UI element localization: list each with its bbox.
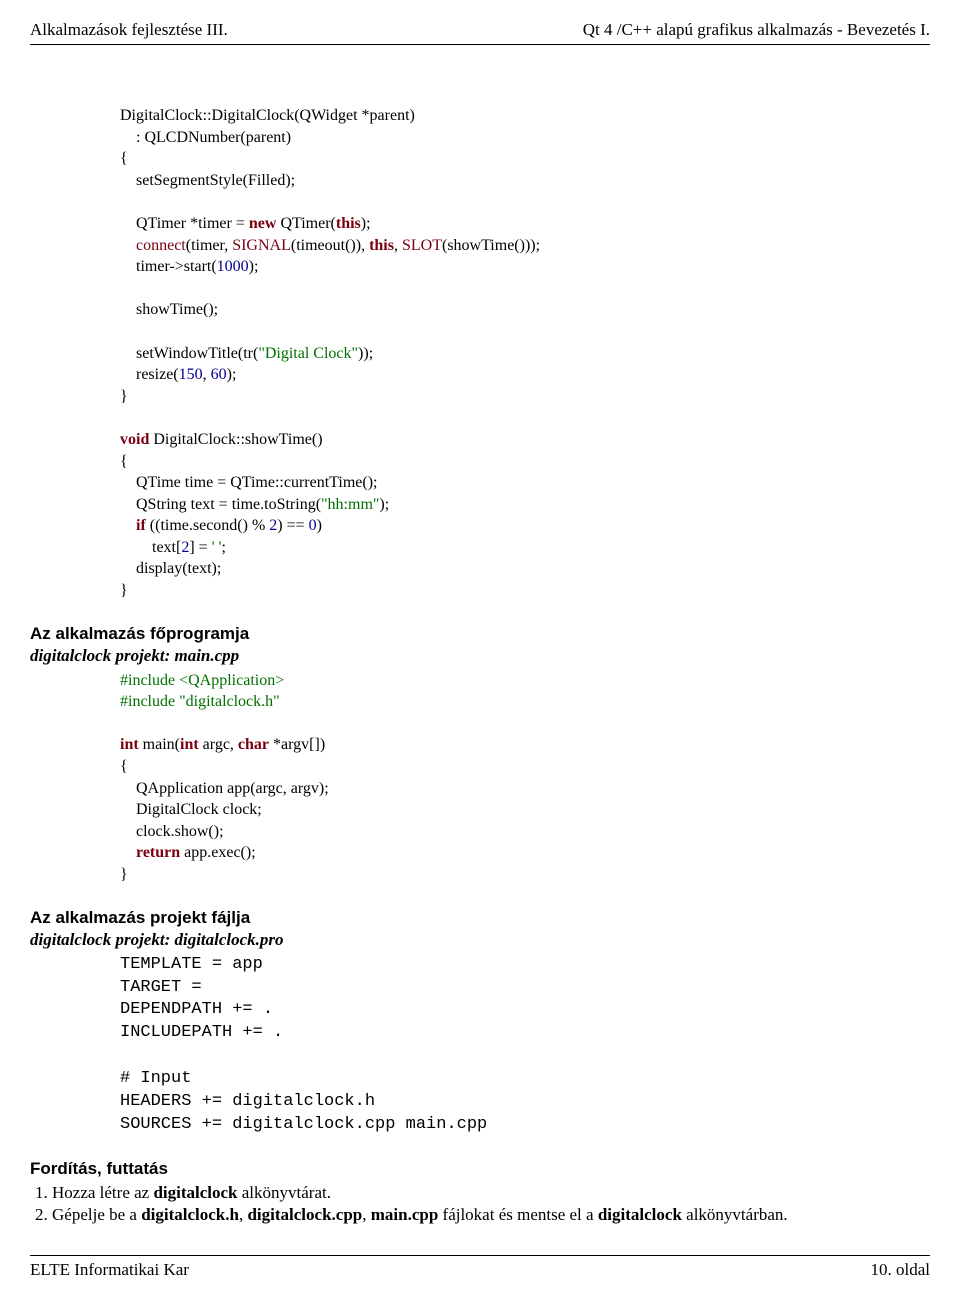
header-right: Qt 4 /C++ alapú grafikus alkalmazás - Be…: [583, 20, 930, 40]
page-footer: ELTE Informatikai Kar 10. oldal: [30, 1255, 930, 1280]
code-block-pro: TEMPLATE = app TARGET = DEPENDPATH += . …: [120, 954, 930, 1138]
step-2: Gépelje be a digitalclock.h, digitalcloc…: [52, 1205, 930, 1225]
step-1: Hozza létre az digitalclock alkönyvtárat…: [52, 1183, 930, 1203]
section-compile: Fordítás, futtatás: [30, 1159, 930, 1179]
section-mainprogram: Az alkalmazás főprogramja: [30, 624, 930, 644]
section-projectfile: Az alkalmazás projekt fájlja: [30, 908, 930, 928]
page-content: DigitalClock::DigitalClock(QWidget *pare…: [30, 45, 930, 1225]
subhead-mainprogram: digitalclock projekt: main.cpp: [30, 646, 930, 666]
code-block-cpp-impl: DigitalClock::DigitalClock(QWidget *pare…: [120, 105, 930, 602]
footer-left: ELTE Informatikai Kar: [30, 1260, 189, 1280]
compile-steps: Hozza létre az digitalclock alkönyvtárat…: [30, 1183, 930, 1225]
subhead-projectfile: digitalclock projekt: digitalclock.pro: [30, 930, 930, 950]
code-block-main: #include <QApplication> #include "digita…: [120, 670, 930, 886]
header-left: Alkalmazások fejlesztése III.: [30, 20, 228, 40]
footer-right: 10. oldal: [871, 1260, 931, 1280]
page-header: Alkalmazások fejlesztése III. Qt 4 /C++ …: [30, 20, 930, 45]
